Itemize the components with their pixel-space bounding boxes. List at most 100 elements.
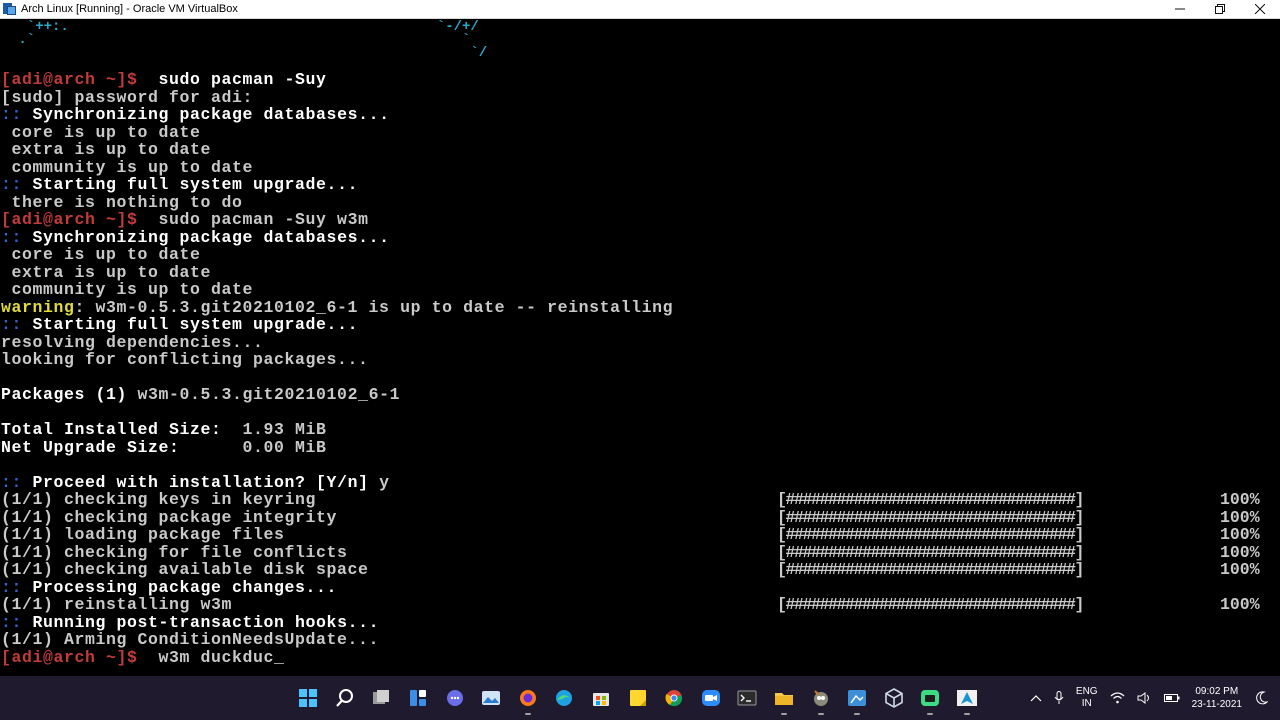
terminal-text: (1/1) checking keys in keyring: [1, 490, 317, 509]
running-indicator: [524, 713, 531, 715]
terminal-text: core is up to date: [1, 122, 201, 142]
terminal-text: extra is up to date: [1, 262, 212, 282]
terminal-text: : w3m-0.5.3.git20210102_6-1 is up to dat…: [74, 297, 674, 317]
close-button[interactable]: [1240, 0, 1280, 19]
progress-bar: [##################################]: [777, 542, 1084, 562]
terminal-text: 1.93 MiB: [232, 420, 327, 439]
terminal-text: ::: [1, 472, 23, 492]
microphone-button[interactable]: [1054, 691, 1064, 705]
edge-app[interactable]: [546, 678, 583, 718]
terminal-text: (1/1) reinstalling w3m: [1, 595, 233, 614]
terminal-text: Synchronizing package databases...: [22, 227, 390, 247]
terminal-line: :: Processing package changes...: [1, 577, 673, 597]
terminal-text: Starting full system upgrade...: [22, 315, 359, 334]
firefox-app[interactable]: [510, 678, 547, 718]
terminal-text: looking for conflicting packages...: [1, 350, 369, 369]
notifications-button[interactable]: [1256, 691, 1268, 705]
terminal-line: (1/1) reinstalling w3m: [1, 596, 673, 614]
widgets-button[interactable]: [400, 678, 437, 718]
show-hidden-icons-button[interactable]: [1030, 694, 1042, 702]
terminal-line: community is up to date: [1, 281, 673, 299]
terminal-line: (1/1) Arming ConditionNeedsUpdate...: [1, 631, 673, 649]
window-title-bar[interactable]: Arch Linux [Running] - Oracle VM Virtual…: [0, 0, 1280, 19]
terminal-line: :: Starting full system upgrade...: [1, 316, 673, 334]
vm-terminal[interactable]: `++:. .` `-/+/ ` `/ [adi@arch ~]$ sudo p…: [0, 19, 1280, 676]
language-switch[interactable]: ENG IN: [1076, 686, 1098, 710]
task-view-button[interactable]: [363, 678, 400, 718]
sticky-notes-icon: [629, 690, 646, 706]
terminal-text: (1/1) checking available disk space: [1, 560, 369, 579]
store-app[interactable]: [583, 678, 620, 718]
terminal-text: w3m-0.5.3.git20210102_6-1: [137, 385, 401, 404]
file-explorer-app[interactable]: [766, 678, 803, 718]
edge-icon: [556, 690, 573, 706]
terminal-text: ::: [1, 175, 23, 194]
search-button[interactable]: [327, 678, 364, 718]
folder-icon: [775, 693, 794, 705]
terminal-output: [adi@arch ~]$ sudo pacman -Suy [sudo] pas…: [1, 71, 673, 666]
chrome-app[interactable]: [656, 678, 693, 718]
ascii-art-left: `++:. .`: [18, 19, 69, 48]
search-icon: [336, 689, 353, 707]
terminal-line: :: Starting full system upgrade...: [1, 176, 673, 194]
terminal-text: (1/1) Arming ConditionNeedsUpdate...: [1, 630, 380, 649]
terminal-line: [adi@arch ~]$ sudo pacman -Suy: [1, 71, 673, 89]
language-label: ENG: [1075, 686, 1098, 697]
terminal-line: Total Installed Size: 1.93 MiB: [1, 421, 673, 439]
volume-button[interactable]: [1137, 692, 1152, 704]
terminal-line: (1/1) checking package integrity: [1, 508, 673, 527]
shell-prompt: [adi@arch ~]$: [1, 210, 138, 229]
terminal-line: Packages (1) w3m-0.5.3.git20210102_6-1: [1, 386, 673, 404]
progress-bar: [##################################]: [777, 525, 1084, 544]
terminal-text: ::: [1, 315, 23, 334]
clock-time: 09:02 PM: [1195, 686, 1239, 697]
gimp-app[interactable]: [802, 678, 839, 718]
terminal-line: there is nothing to do: [1, 192, 673, 212]
terminal-text: resolving dependencies...: [1, 332, 264, 352]
running-indicator: [817, 713, 824, 715]
chrome-icon: [665, 690, 683, 707]
terminal-line: core is up to date: [1, 122, 673, 142]
sticky-notes-app[interactable]: [619, 678, 656, 718]
arch-vm-app[interactable]: [949, 678, 986, 718]
android-icon: [921, 690, 940, 706]
terminal-text: ::: [1, 227, 23, 247]
progress-percent: 100%: [1220, 560, 1260, 579]
terminal-line: :: Proceed with installation? [Y/n] y: [1, 472, 673, 492]
restore-button[interactable]: [1200, 0, 1240, 19]
store-icon: [593, 693, 610, 706]
terminal-text: [sudo] password for adi:: [1, 87, 254, 107]
close-icon: [1255, 4, 1265, 14]
terminal-text: Processing package changes...: [22, 577, 338, 597]
start-button[interactable]: [290, 678, 327, 718]
terminal-line: warning: w3m-0.5.3.git20210102_6-1 is up…: [1, 297, 674, 317]
paint-app[interactable]: [839, 678, 876, 718]
terminal-app[interactable]: [729, 678, 766, 718]
battery-button[interactable]: [1163, 693, 1180, 703]
photos-app[interactable]: [473, 678, 510, 718]
minimize-button[interactable]: [1160, 0, 1200, 19]
wifi-button[interactable]: [1110, 692, 1125, 704]
progress-bar: [##################################]: [777, 490, 1084, 509]
chat-button[interactable]: [436, 678, 473, 718]
warning-label: warning: [1, 297, 75, 317]
clock[interactable]: 09:02 PM 23-11-2021: [1192, 685, 1242, 711]
terminal-text: core is up to date: [1, 245, 201, 264]
android-studio-app[interactable]: [912, 678, 949, 718]
terminal-line: extra is up to date: [1, 141, 673, 159]
terminal-text: sudo pacman -Suy: [137, 70, 327, 89]
terminal-text: 0.00 MiB: [190, 437, 327, 457]
clock-date: 23-11-2021: [1191, 699, 1242, 710]
terminal-text: community is up to date: [1, 280, 254, 299]
shell-prompt: [adi@arch ~]$: [1, 647, 138, 667]
photos-icon: [482, 691, 501, 705]
restore-icon: [1215, 4, 1225, 14]
terminal-text: there is nothing to do: [1, 192, 243, 212]
arch-linux-icon: [956, 690, 977, 706]
virtualbox-app[interactable]: [876, 678, 913, 718]
terminal-text: Total Installed Size:: [1, 420, 233, 439]
terminal-line: (1/1) checking keys in keyring: [1, 491, 673, 509]
zoom-app[interactable]: [693, 678, 730, 718]
terminal-icon: [737, 690, 757, 706]
